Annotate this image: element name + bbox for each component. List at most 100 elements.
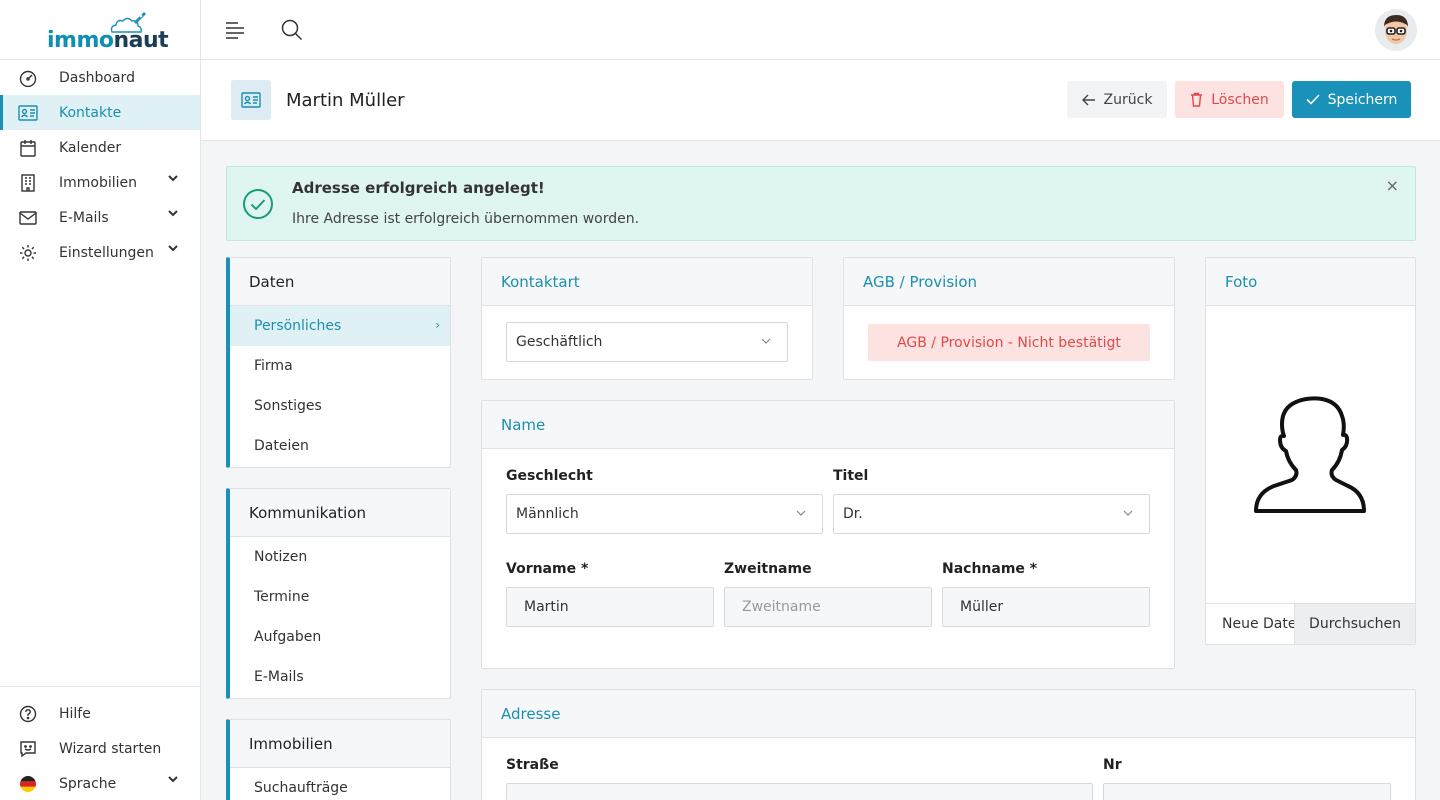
- gear-icon: [18, 243, 38, 263]
- brand-part2: naut: [113, 28, 169, 53]
- subnav-item-label: Dateien: [254, 438, 309, 454]
- search-icon[interactable]: [281, 19, 303, 41]
- avatar[interactable]: [1375, 9, 1417, 51]
- alert-text: Ihre Adresse ist erfolgreich übernommen …: [292, 211, 640, 227]
- nav-kalender[interactable]: Kalender: [0, 130, 200, 165]
- user-placeholder-icon: [1254, 396, 1366, 513]
- subnav-item-label: Sonstiges: [254, 398, 322, 414]
- subnav-item-firma[interactable]: Firma: [230, 346, 450, 386]
- page-title: Martin Müller: [286, 90, 405, 111]
- panel-name: Name Geschlecht Männlich Titel Dr. Vorna…: [481, 400, 1175, 669]
- strasse-input[interactable]: [506, 783, 1093, 800]
- titel-select[interactable]: Dr.: [833, 494, 1150, 534]
- chevron-down-icon: [796, 510, 806, 516]
- select-value: Männlich: [516, 506, 579, 522]
- dashboard-icon: [18, 68, 38, 88]
- contact-card-icon: [231, 80, 271, 120]
- chevron-down-icon: [168, 776, 178, 783]
- save-label: Speichern: [1327, 91, 1398, 108]
- nachname-input[interactable]: Müller: [942, 587, 1150, 627]
- nav-wizard[interactable]: Wizard starten: [0, 731, 200, 766]
- subnav-immobilien: Immobilien Suchaufträge: [226, 719, 451, 800]
- save-button[interactable]: Speichern: [1292, 81, 1411, 118]
- panel-title: Adresse: [482, 690, 1415, 738]
- nav-label: Hilfe: [59, 705, 91, 722]
- panel-adresse: Adresse Straße Nr: [481, 689, 1416, 800]
- zweitname-input[interactable]: Zweitname: [724, 587, 932, 627]
- subnav-item-emails[interactable]: E-Mails: [230, 657, 450, 697]
- nav-immobilien[interactable]: Immobilien: [0, 165, 200, 200]
- nav-sprache[interactable]: Sprache: [0, 766, 200, 800]
- delete-label: Löschen: [1211, 91, 1269, 108]
- alert-title: Adresse erfolgreich angelegt!: [292, 179, 545, 197]
- nav-label: Einstellungen: [59, 244, 154, 261]
- sidebar: immonaut Dashboard Kontakte Kalender Imm…: [0, 0, 201, 800]
- calendar-icon: [18, 138, 38, 158]
- subnav-item-label: Suchaufträge: [254, 780, 348, 796]
- titel-label: Titel: [833, 468, 869, 484]
- file-upload[interactable]: Neue Datei Durchsuchen: [1206, 603, 1415, 644]
- nav-label: Immobilien: [59, 174, 138, 191]
- subnav-title: Kommunikation: [230, 489, 450, 537]
- subnav-item-label: Aufgaben: [254, 629, 322, 645]
- sidebar-bottom: Hilfe Wizard starten Sprache: [0, 686, 200, 800]
- subnav-kommunikation: Kommunikation Notizen Termine Aufgaben E…: [226, 488, 451, 699]
- panel-title: AGB / Provision: [844, 258, 1174, 306]
- panel-kontaktart: Kontaktart Geschäftlich: [481, 257, 813, 380]
- geschlecht-label: Geschlecht: [506, 468, 593, 484]
- nav-label: Wizard starten: [59, 740, 162, 757]
- mail-icon: [18, 208, 38, 228]
- close-icon[interactable]: ×: [1386, 176, 1399, 195]
- nav-dashboard[interactable]: Dashboard: [0, 60, 200, 95]
- kontaktart-select[interactable]: Geschäftlich: [506, 322, 788, 362]
- subnav-item-persoenliches[interactable]: Persönliches ›: [230, 306, 450, 346]
- chevron-down-icon: [761, 338, 771, 344]
- chevron-down-icon: [168, 210, 178, 217]
- file-name-field[interactable]: Neue Datei: [1206, 604, 1294, 644]
- browse-button[interactable]: Durchsuchen: [1294, 604, 1415, 644]
- trash-icon: [1191, 92, 1203, 107]
- subnav-item-suchauftraege[interactable]: Suchaufträge: [230, 768, 450, 800]
- nav-label: Kontakte: [59, 104, 122, 121]
- subnav-title: Daten: [230, 258, 450, 306]
- subnav-item-dateien[interactable]: Dateien: [230, 426, 450, 466]
- subnav-item-notizen[interactable]: Notizen: [230, 537, 450, 577]
- subnav-daten: Daten Persönliches › Firma Sonstiges Date…: [226, 257, 451, 468]
- nr-label: Nr: [1103, 757, 1122, 773]
- panel-foto: Foto Neue Datei Durchsuchen: [1205, 257, 1416, 645]
- back-label: Zurück: [1103, 91, 1153, 108]
- check-icon: [1306, 94, 1320, 105]
- wizard-icon: [18, 739, 38, 759]
- help-icon: [18, 704, 38, 724]
- subnav-item-label: Notizen: [254, 549, 308, 565]
- subnav-item-aufgaben[interactable]: Aufgaben: [230, 617, 450, 657]
- subnav-item-sonstiges[interactable]: Sonstiges: [230, 386, 450, 426]
- back-button[interactable]: Zurück: [1067, 81, 1167, 118]
- panel-title: Kontaktart: [482, 258, 812, 306]
- delete-button[interactable]: Löschen: [1175, 81, 1284, 118]
- nr-input[interactable]: [1103, 783, 1391, 800]
- menu-toggle-icon[interactable]: [225, 21, 245, 39]
- check-circle-icon: [243, 189, 273, 219]
- vorname-input[interactable]: Martin: [506, 587, 714, 627]
- geschlecht-select[interactable]: Männlich: [506, 494, 823, 534]
- subnav-item-label: Firma: [254, 358, 293, 374]
- nachname-label: Nachname *: [942, 561, 1038, 577]
- nav-kontakte[interactable]: Kontakte: [0, 95, 200, 130]
- select-value: Dr.: [843, 506, 863, 522]
- back-arrow-icon: [1081, 94, 1095, 105]
- nav-label: Dashboard: [59, 69, 135, 86]
- subnav-title: Immobilien: [230, 720, 450, 768]
- nav-hilfe[interactable]: Hilfe: [0, 696, 200, 731]
- nav-emails[interactable]: E-Mails: [0, 200, 200, 235]
- nav-einstellungen[interactable]: Einstellungen: [0, 235, 200, 270]
- logo[interactable]: immonaut: [0, 0, 200, 60]
- nav-label: E-Mails: [59, 209, 109, 226]
- subnav-item-label: E-Mails: [254, 669, 304, 685]
- subnav-item-termine[interactable]: Termine: [230, 577, 450, 617]
- vorname-label: Vorname *: [506, 561, 589, 577]
- nav-label: Sprache: [59, 775, 117, 792]
- brand-part1: immo: [47, 28, 114, 53]
- agb-status-badge[interactable]: AGB / Provision - Nicht bestätigt: [868, 324, 1150, 361]
- panel-title: Foto: [1206, 258, 1415, 306]
